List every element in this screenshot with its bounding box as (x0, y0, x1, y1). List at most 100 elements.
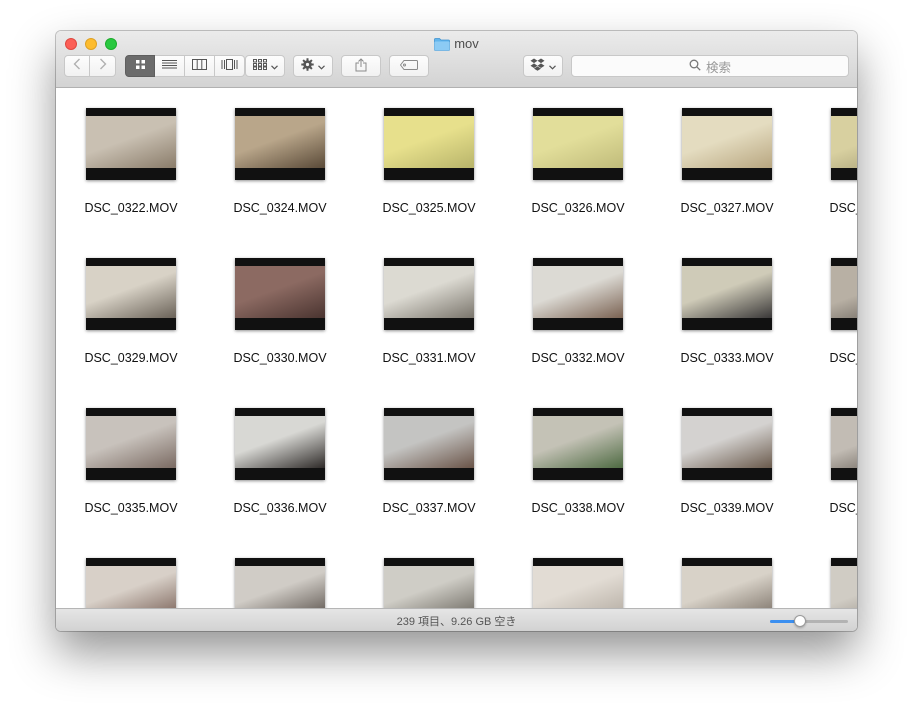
file-name: DSC_0335.MOV (84, 501, 178, 515)
file-item[interactable]: DSC_0337.MOV (354, 388, 494, 518)
file-item[interactable]: DSC_0345.MOV (652, 538, 792, 608)
video-thumbnail[interactable] (682, 108, 772, 180)
video-thumbnail[interactable] (533, 408, 623, 480)
video-frame-image (384, 566, 474, 608)
forward-button[interactable] (90, 55, 116, 77)
file-name: DSC_0340.MOV (829, 501, 857, 515)
tags-button[interactable] (389, 55, 429, 77)
video-thumbnail[interactable] (86, 258, 176, 330)
action-menu-button[interactable] (293, 55, 333, 77)
file-item[interactable]: DSC_0333.MOV (652, 238, 792, 368)
video-thumbnail[interactable] (86, 558, 176, 608)
file-name: DSC_0324.MOV (233, 201, 327, 215)
chevron-left-icon (73, 57, 81, 75)
file-item[interactable]: DSC_0325.MOV (354, 88, 494, 218)
file-item[interactable]: DSC_0338.MOV (503, 388, 643, 518)
file-icon-grid[interactable]: DSC_0322.MOV DSC_0324.MOV DSC_0325.MOV DSC_… (56, 88, 857, 608)
file-item[interactable]: DSC_0336.MOV (205, 388, 345, 518)
file-item[interactable]: DSC_0344.MOV (503, 538, 643, 608)
file-item[interactable]: DSC_0324.MOV (205, 88, 345, 218)
video-frame-image (86, 116, 176, 168)
file-name: DSC_0336.MOV (233, 501, 327, 515)
video-thumbnail[interactable] (86, 108, 176, 180)
video-frame-image (831, 416, 857, 468)
video-thumbnail[interactable] (235, 258, 325, 330)
video-thumbnail[interactable] (831, 558, 857, 608)
video-thumbnail[interactable] (235, 558, 325, 608)
chevron-down-icon (318, 59, 325, 73)
file-item[interactable]: DSC_0340.MOV (801, 388, 857, 518)
columns-icon (192, 57, 207, 75)
search-field[interactable]: 検索 (571, 55, 849, 77)
video-thumbnail[interactable] (682, 558, 772, 608)
file-name: DSC_0326.MOV (531, 201, 625, 215)
video-thumbnail[interactable] (831, 108, 857, 180)
file-name: DSC_0327.MOV (680, 201, 774, 215)
window-title: mov (56, 35, 857, 56)
video-thumbnail[interactable] (235, 408, 325, 480)
file-name: DSC_0337.MOV (382, 501, 476, 515)
video-frame-image (533, 416, 623, 468)
video-thumbnail[interactable] (533, 558, 623, 608)
video-thumbnail[interactable] (533, 108, 623, 180)
video-frame-image (235, 266, 325, 318)
file-item[interactable]: DSC_0343.MOV (354, 538, 494, 608)
file-item[interactable]: DSC_0326.MOV (503, 88, 643, 218)
file-name: DSC_0338.MOV (531, 501, 625, 515)
share-button[interactable] (341, 55, 381, 77)
icon-size-slider[interactable] (770, 615, 848, 627)
video-thumbnail[interactable] (831, 258, 857, 330)
video-thumbnail[interactable] (235, 108, 325, 180)
file-item[interactable]: DSC_0327.MOV (652, 88, 792, 218)
file-item[interactable]: DSC_0322.MOV (56, 88, 196, 218)
icon-grid-icon (135, 57, 146, 75)
video-thumbnail[interactable] (384, 108, 474, 180)
file-item[interactable]: DSC_0332.MOV (503, 238, 643, 368)
file-item[interactable]: DSC_0346.MOV (801, 538, 857, 608)
video-thumbnail[interactable] (682, 408, 772, 480)
file-item[interactable]: DSC_0331.MOV (354, 238, 494, 368)
video-thumbnail[interactable] (831, 408, 857, 480)
dropbox-icon (530, 58, 545, 74)
video-frame-image (831, 266, 857, 318)
video-thumbnail[interactable] (533, 258, 623, 330)
video-frame-image (235, 566, 325, 608)
file-item[interactable]: DSC_0341.MOV (56, 538, 196, 608)
file-item[interactable]: DSC_0342.MOV (205, 538, 345, 608)
video-thumbnail[interactable] (682, 258, 772, 330)
video-frame-image (533, 266, 623, 318)
video-thumbnail[interactable] (384, 558, 474, 608)
video-frame-image (533, 116, 623, 168)
tag-icon (399, 59, 418, 73)
video-thumbnail[interactable] (384, 408, 474, 480)
arrange-button[interactable] (245, 55, 285, 77)
search-placeholder: 検索 (705, 60, 731, 75)
chevron-right-icon (99, 57, 107, 75)
back-button[interactable] (64, 55, 90, 77)
video-frame-image (384, 266, 474, 318)
file-item[interactable]: DSC_0335.MOV (56, 388, 196, 518)
video-frame-image (235, 116, 325, 168)
cover-flow-view-button[interactable] (215, 55, 245, 77)
finder-window: mov 検索 DSC_0322.MOV DSC_0324.MOV DSC_032… (56, 31, 857, 631)
video-thumbnail[interactable] (86, 408, 176, 480)
dropbox-button[interactable] (523, 55, 563, 77)
cover-flow-icon (221, 57, 238, 75)
video-thumbnail[interactable] (384, 258, 474, 330)
file-item[interactable]: DSC_0330.MOV (205, 238, 345, 368)
share-icon (355, 57, 367, 75)
file-item[interactable]: DSC_0329.MOV (56, 238, 196, 368)
file-name: DSC_0331.MOV (382, 351, 476, 365)
video-frame-image (384, 116, 474, 168)
file-item[interactable]: DSC_0339.MOV (652, 388, 792, 518)
toolbar: mov 検索 (56, 31, 857, 88)
video-frame-image (86, 266, 176, 318)
file-item[interactable]: DSC_0334.MOV (801, 238, 857, 368)
list-view-button[interactable] (155, 55, 185, 77)
icon-size-slider-knob[interactable] (793, 615, 806, 627)
view-mode-control (125, 55, 245, 77)
video-frame-image (831, 566, 857, 608)
icon-view-button[interactable] (125, 55, 155, 77)
column-view-button[interactable] (185, 55, 215, 77)
file-item[interactable]: DSC_0328.MOV (801, 88, 857, 218)
